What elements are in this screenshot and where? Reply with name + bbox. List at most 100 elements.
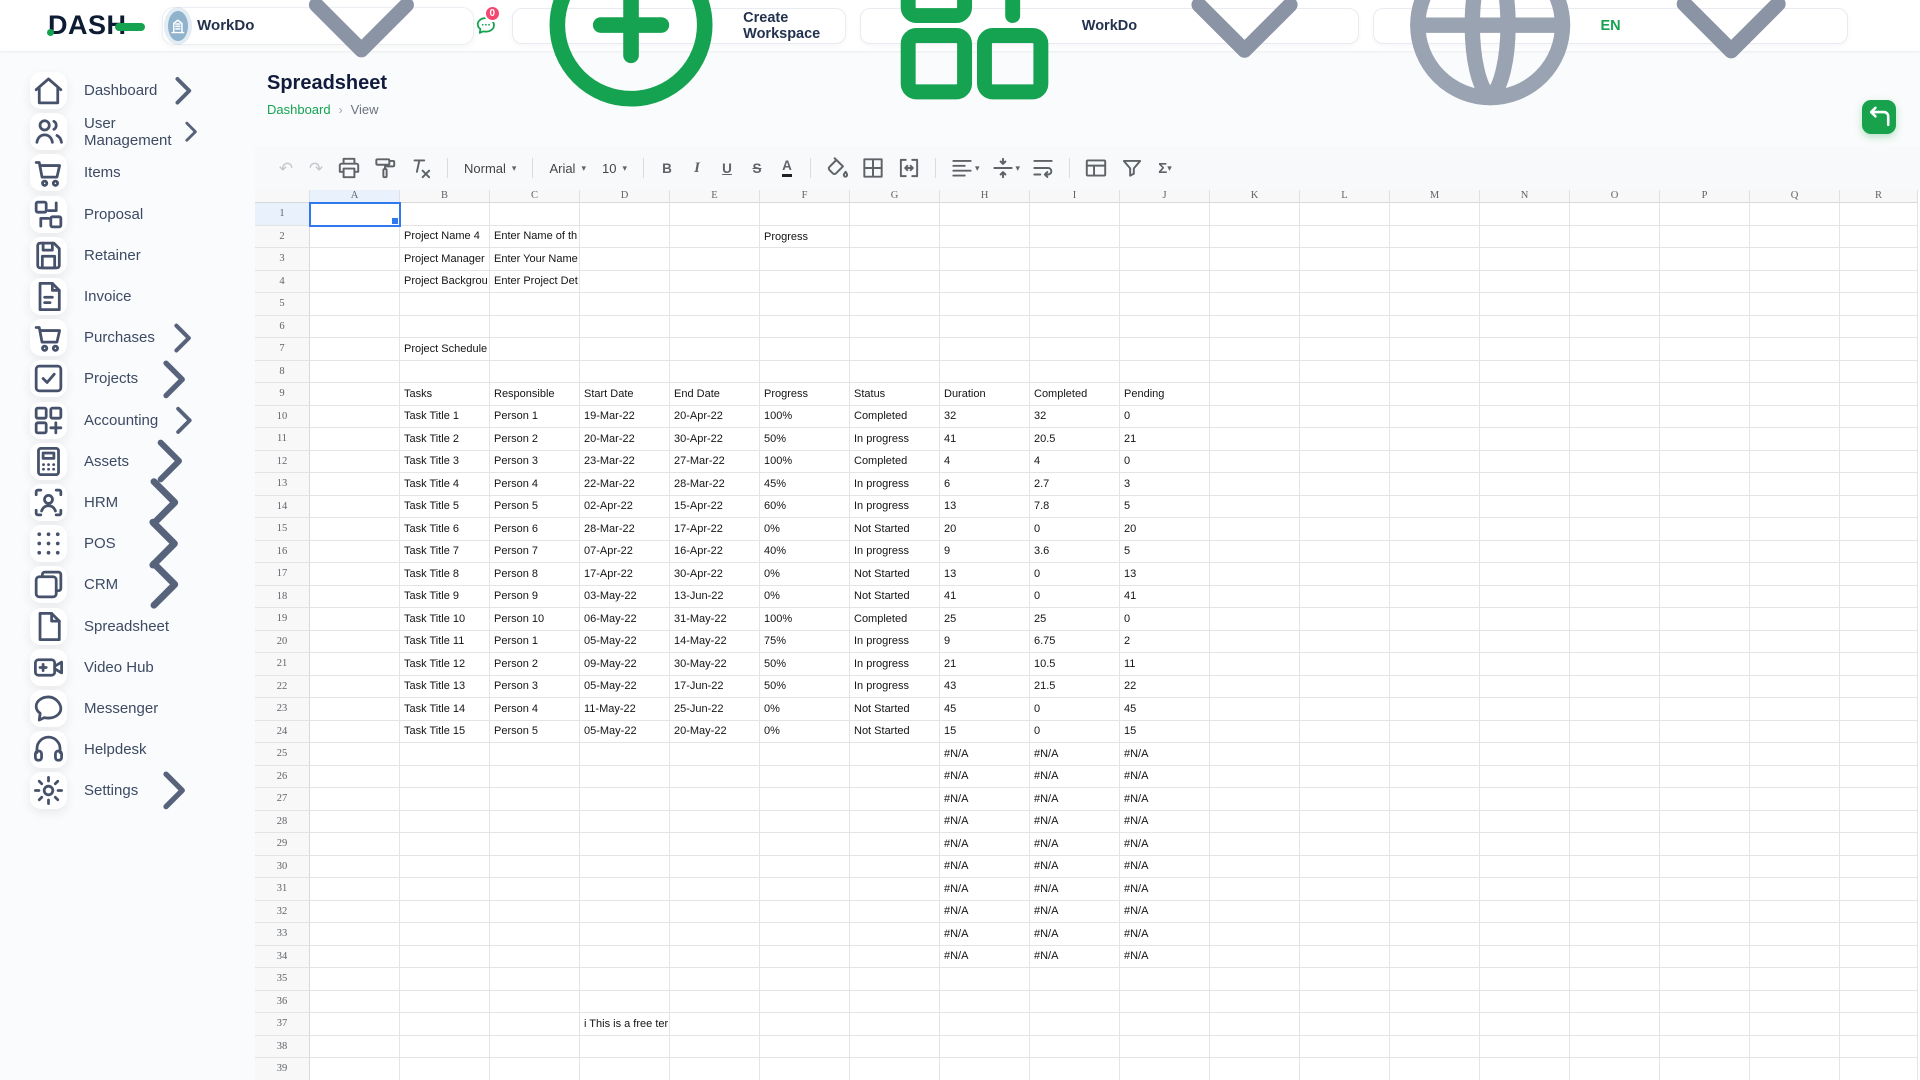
print-button[interactable] <box>333 155 365 181</box>
grid-cell[interactable] <box>580 1058 670 1080</box>
grid-cell[interactable] <box>580 248 670 271</box>
grid-cell[interactable]: Task Title 7 <box>400 541 490 564</box>
grid-cell[interactable] <box>1750 878 1840 901</box>
grid-cell[interactable]: Person 1 <box>490 631 580 654</box>
grid-cell[interactable] <box>400 1013 490 1036</box>
grid-cell[interactable] <box>1750 811 1840 834</box>
grid-cell[interactable] <box>310 406 400 429</box>
grid-cell[interactable]: 15 <box>1120 721 1210 744</box>
grid-cell[interactable] <box>1300 946 1390 969</box>
grid-cell[interactable]: 3 <box>1120 473 1210 496</box>
grid-cell[interactable] <box>310 203 400 226</box>
grid-cell[interactable] <box>1480 901 1570 924</box>
grid-cell[interactable] <box>760 1036 850 1059</box>
grid-cell[interactable] <box>580 788 670 811</box>
grid-cell[interactable]: #N/A <box>1030 856 1120 879</box>
grid-cell[interactable] <box>490 743 580 766</box>
grid-cell[interactable] <box>1300 653 1390 676</box>
grid-cell[interactable] <box>1480 721 1570 744</box>
grid-cell[interactable] <box>310 811 400 834</box>
grid-cell[interactable] <box>1840 451 1918 474</box>
grid-cell[interactable] <box>1480 473 1570 496</box>
grid-cell[interactable] <box>1210 608 1300 631</box>
grid-cell[interactable]: 2.7 <box>1030 473 1120 496</box>
grid-cell[interactable] <box>670 811 760 834</box>
strikethrough-button[interactable]: S <box>744 155 770 181</box>
grid-cell[interactable]: 25-Jun-22 <box>670 698 760 721</box>
grid-cell[interactable]: Task Title 4 <box>400 473 490 496</box>
grid-cell[interactable] <box>1750 968 1840 991</box>
grid-cell[interactable] <box>1300 383 1390 406</box>
grid-cell[interactable] <box>850 1013 940 1036</box>
grid-cell[interactable] <box>1750 833 1840 856</box>
grid-cell[interactable] <box>1390 271 1480 294</box>
grid-cell[interactable]: 07-Apr-22 <box>580 541 670 564</box>
grid-cell[interactable] <box>850 743 940 766</box>
grid-cell[interactable] <box>580 991 670 1014</box>
grid-cell[interactable]: 75% <box>760 631 850 654</box>
grid-cell[interactable] <box>490 1058 580 1080</box>
row-header[interactable]: 23 <box>255 698 310 721</box>
grid-cell[interactable] <box>580 878 670 901</box>
grid-cell[interactable]: #N/A <box>940 878 1030 901</box>
grid-cell[interactable]: #N/A <box>1030 833 1120 856</box>
grid-cell[interactable]: Not Started <box>850 721 940 744</box>
fill-color-button[interactable] <box>821 155 853 181</box>
grid-cell[interactable] <box>310 631 400 654</box>
grid-cell[interactable] <box>1570 676 1660 699</box>
grid-cell[interactable] <box>1390 721 1480 744</box>
grid-cell[interactable] <box>580 923 670 946</box>
grid-cell[interactable] <box>310 271 400 294</box>
grid-cell[interactable] <box>1390 293 1480 316</box>
grid-cell[interactable] <box>670 226 760 249</box>
grid-cell[interactable] <box>1480 248 1570 271</box>
grid-cell[interactable]: 20-Mar-22 <box>580 428 670 451</box>
grid-cell[interactable] <box>1300 1013 1390 1036</box>
sidebar-item-projects[interactable]: Projects <box>0 358 255 399</box>
grid-cell[interactable] <box>1480 338 1570 361</box>
workspace-selector[interactable]: WorkDo <box>162 7 474 45</box>
grid-cell[interactable] <box>1300 338 1390 361</box>
row-header[interactable]: 12 <box>255 451 310 474</box>
grid-cell[interactable] <box>1300 473 1390 496</box>
grid-cell[interactable]: #N/A <box>940 901 1030 924</box>
row-header[interactable]: 3 <box>255 248 310 271</box>
grid-cell[interactable] <box>400 203 490 226</box>
grid-cell[interactable] <box>670 766 760 789</box>
grid-cell[interactable]: #N/A <box>1120 811 1210 834</box>
grid-cell[interactable] <box>490 361 580 384</box>
column-header[interactable]: A <box>310 190 400 203</box>
grid-cell[interactable] <box>850 923 940 946</box>
grid-cell[interactable]: 21.5 <box>1030 676 1120 699</box>
grid-cell[interactable] <box>670 968 760 991</box>
grid-cell[interactable] <box>1390 383 1480 406</box>
grid-cell[interactable] <box>580 946 670 969</box>
grid-cell[interactable] <box>1030 968 1120 991</box>
grid-cell[interactable] <box>1390 653 1480 676</box>
grid-cell[interactable] <box>490 788 580 811</box>
grid-cell[interactable] <box>1570 608 1660 631</box>
grid-cell[interactable] <box>1210 473 1300 496</box>
grid-cell[interactable]: Task Title 1 <box>400 406 490 429</box>
grid-cell[interactable] <box>850 901 940 924</box>
grid-cell[interactable] <box>1390 923 1480 946</box>
grid-cell[interactable] <box>1300 248 1390 271</box>
column-header[interactable]: C <box>490 190 580 203</box>
row-header[interactable]: 2 <box>255 226 310 249</box>
grid-cell[interactable] <box>310 338 400 361</box>
grid-cell[interactable] <box>580 856 670 879</box>
grid-cell[interactable] <box>1480 316 1570 339</box>
grid-cell[interactable] <box>1300 676 1390 699</box>
grid-cell[interactable] <box>1570 901 1660 924</box>
sidebar-item-dashboard[interactable]: Dashboard <box>0 70 255 111</box>
column-header[interactable]: R <box>1840 190 1918 203</box>
grid-cell[interactable] <box>1750 451 1840 474</box>
grid-cell[interactable]: Person 3 <box>490 676 580 699</box>
grid-cell[interactable] <box>310 991 400 1014</box>
grid-cell[interactable] <box>1300 496 1390 519</box>
grid-cell[interactable] <box>1750 788 1840 811</box>
grid-cell[interactable] <box>400 946 490 969</box>
grid-cell[interactable] <box>400 743 490 766</box>
grid-cell[interactable] <box>580 901 670 924</box>
grid-cell[interactable] <box>1570 406 1660 429</box>
